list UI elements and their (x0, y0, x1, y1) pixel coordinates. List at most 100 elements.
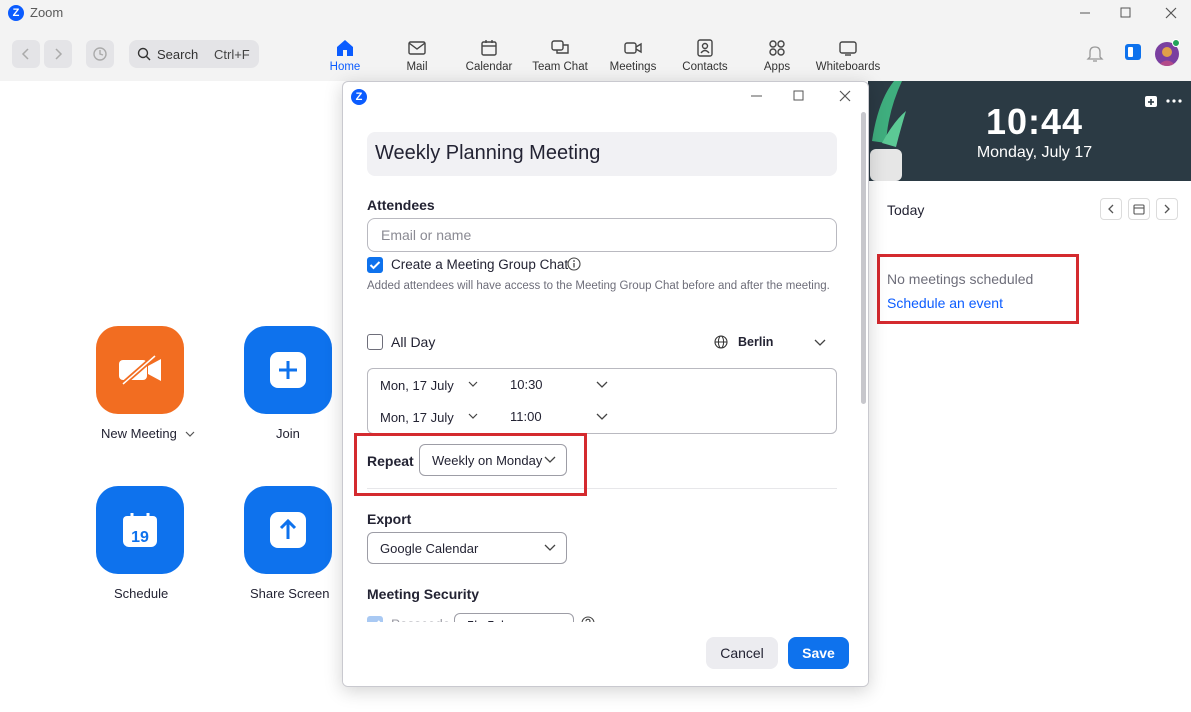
highlight-box (354, 433, 587, 496)
share-screen-label: Share Screen (250, 586, 330, 601)
tab-calendar-label: Calendar (465, 61, 513, 73)
join-label: Join (276, 426, 300, 441)
close-button[interactable] (1160, 3, 1184, 23)
prev-day-button[interactable] (1100, 198, 1122, 220)
dialog-scrollbar[interactable] (861, 112, 866, 404)
timezone-select[interactable]: Berlin (714, 334, 834, 352)
tab-team-chat[interactable]: Team Chat (524, 38, 596, 76)
history-button[interactable] (86, 40, 114, 68)
apps-icon (769, 40, 785, 56)
tab-meetings-label: Meetings (609, 61, 657, 73)
home-icon (337, 40, 353, 56)
group-chat-label: Create a Meeting Group Chat (391, 257, 569, 272)
new-meeting-button[interactable] (96, 326, 184, 414)
calendar-icon (1133, 204, 1145, 215)
search-shortcut: Ctrl+F (214, 47, 250, 62)
dialog-close-button[interactable] (834, 86, 856, 106)
bell-icon[interactable] (1086, 43, 1104, 63)
tab-team-chat-label: Team Chat (532, 61, 588, 73)
schedule-label: Schedule (114, 586, 169, 601)
title-bar: Z Zoom (0, 0, 1191, 26)
main-toolbar: Search Ctrl+F Home Mail Calendar Team Ch… (0, 26, 1191, 81)
tab-meetings[interactable]: Meetings (597, 38, 669, 76)
next-day-button[interactable] (1156, 198, 1178, 220)
group-chat-checkbox[interactable] (367, 257, 383, 273)
chevron-left-icon (1108, 204, 1114, 214)
meeting-title-input[interactable]: Weekly Planning Meeting (367, 132, 837, 176)
chevron-down-icon (814, 339, 826, 346)
calendar-icon: 19 (123, 513, 157, 547)
all-day-checkbox[interactable] (367, 334, 383, 350)
chevron-left-icon (21, 48, 29, 60)
whiteboard-icon (839, 41, 857, 56)
calendar-icon (481, 40, 497, 56)
chevron-down-icon[interactable] (185, 430, 195, 438)
tab-whiteboards[interactable]: Whiteboards (812, 38, 884, 76)
minimize-button[interactable] (1074, 3, 1098, 23)
dialog-minimize-button[interactable] (746, 86, 768, 106)
tab-home-label: Home (329, 61, 361, 73)
share-screen-button[interactable] (244, 486, 332, 574)
tab-apps[interactable]: Apps (741, 38, 813, 76)
chevron-right-icon (1164, 204, 1170, 214)
video-off-icon (119, 354, 161, 386)
check-icon (369, 261, 381, 270)
join-button[interactable] (244, 326, 332, 414)
chevron-down-icon[interactable] (596, 413, 608, 421)
start-time-select[interactable]: 10:30 (510, 377, 543, 392)
end-date-select[interactable]: Mon, 17 July (380, 410, 454, 425)
zoom-logo-icon: Z (351, 89, 367, 105)
chat-icon (551, 40, 569, 54)
clock-date: Monday, July 17 (976, 144, 1093, 161)
today-label: Today (887, 202, 925, 218)
schedule-meeting-dialog: Z Weekly Planning Meeting Attendees Emai… (342, 81, 869, 687)
zoom-logo-icon: Z (8, 5, 24, 21)
forward-button[interactable] (44, 40, 72, 68)
info-icon[interactable] (567, 257, 581, 271)
date-time-range: Mon, 17 July 10:30 Mon, 17 July 11:00 (367, 368, 837, 434)
tab-contacts[interactable]: Contacts (669, 38, 741, 76)
save-button[interactable]: Save (788, 637, 849, 669)
start-date-select[interactable]: Mon, 17 July (380, 378, 454, 393)
tab-mail-label: Mail (406, 61, 428, 73)
export-select[interactable]: Google Calendar (367, 532, 567, 564)
group-chat-helper-text: Added attendees will have access to the … (367, 280, 830, 292)
tab-contacts-label: Contacts (682, 61, 728, 73)
cancel-button[interactable]: Cancel (706, 637, 778, 669)
tab-apps-label: Apps (763, 61, 791, 73)
all-day-label: All Day (391, 334, 436, 350)
maximize-button[interactable] (1114, 3, 1138, 23)
export-value: Google Calendar (380, 541, 479, 556)
tab-home[interactable]: Home (309, 38, 381, 76)
globe-icon (714, 335, 728, 349)
chevron-down-icon[interactable] (468, 413, 478, 420)
attendees-label: Attendees (367, 197, 435, 213)
search-label: Search (157, 47, 199, 62)
calendar-day-number: 19 (131, 529, 149, 546)
mail-icon (408, 41, 426, 55)
tab-mail[interactable]: Mail (381, 38, 453, 76)
new-meeting-label: New Meeting (101, 426, 195, 441)
date-picker-button[interactable] (1128, 198, 1150, 220)
search-icon (137, 47, 151, 61)
window-title: Zoom (30, 5, 64, 20)
chevron-down-icon[interactable] (596, 381, 608, 389)
schedule-button[interactable]: 19 (96, 486, 184, 574)
plus-icon (270, 352, 306, 388)
back-button[interactable] (12, 40, 40, 68)
clock-panel: 10:44 Monday, July 17 (868, 81, 1191, 181)
tab-calendar[interactable]: Calendar (453, 38, 525, 76)
history-icon (93, 47, 107, 61)
attendees-input[interactable]: Email or name (367, 218, 837, 252)
chevron-down-icon (544, 544, 556, 551)
timezone-value: Berlin (738, 335, 774, 349)
video-icon (624, 42, 642, 54)
chevron-down-icon[interactable] (468, 381, 478, 388)
search-bar[interactable]: Search Ctrl+F (129, 40, 259, 68)
dialog-maximize-button[interactable] (788, 86, 810, 106)
highlight-box (877, 254, 1079, 324)
sidebar-toggle-icon[interactable] (1124, 43, 1142, 61)
tab-whiteboards-label: Whiteboards (815, 61, 881, 73)
end-time-select[interactable]: 11:00 (510, 409, 542, 424)
share-screen-icon (270, 512, 306, 548)
